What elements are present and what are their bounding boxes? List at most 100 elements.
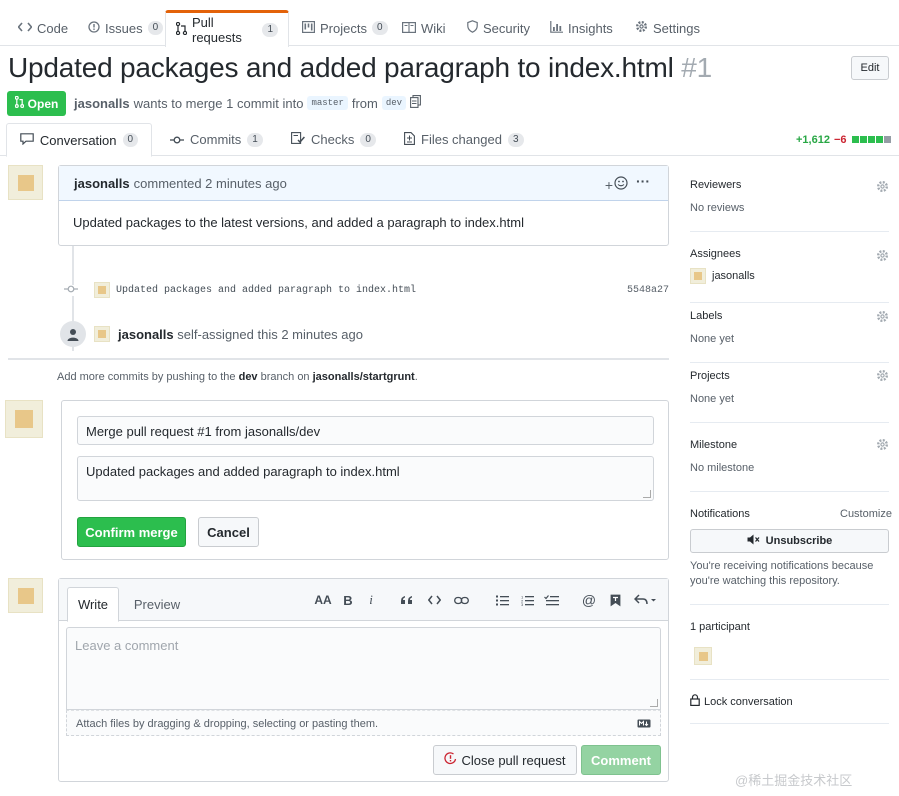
italic-icon[interactable]: i (366, 592, 376, 608)
smiley-icon (614, 176, 628, 193)
gear-icon[interactable] (876, 249, 889, 265)
diff-deletions: −6 (833, 134, 847, 146)
assignee-item[interactable]: jasonalls (690, 268, 755, 284)
event-actor[interactable]: jasonalls (118, 327, 174, 342)
link-icon[interactable] (453, 592, 469, 608)
comment-author[interactable]: jasonalls (74, 176, 130, 191)
tab-files-changed[interactable]: Files changed 3 (404, 123, 524, 156)
tab-count: 1 (247, 132, 263, 147)
repo-tab-label: Projects (320, 20, 367, 36)
pull-request-icon (175, 21, 188, 38)
lock-conversation-link[interactable]: Lock conversation (690, 694, 793, 709)
tab-preview[interactable]: Preview (128, 587, 186, 621)
tab-count: 3 (507, 132, 524, 147)
repo-tab-projects[interactable]: Projects 0 (292, 10, 398, 46)
cancel-button[interactable]: Cancel (198, 517, 259, 547)
quote-icon[interactable] (399, 592, 413, 608)
event-text: self-assigned this 2 minutes ago (177, 326, 363, 342)
copy-icon[interactable] (410, 95, 421, 111)
saved-reply-icon[interactable] (608, 592, 622, 608)
avatar[interactable] (94, 282, 110, 298)
diff-blocks (851, 134, 891, 146)
gear-icon[interactable] (876, 369, 889, 385)
attach-text: Attach files by dragging & dropping, sel… (76, 718, 379, 730)
avatar (690, 268, 706, 284)
avatar[interactable] (8, 578, 43, 613)
unsubscribe-label: Unsubscribe (765, 535, 833, 547)
repo-tab-insights[interactable]: Insights (540, 10, 623, 46)
reply-icon[interactable] (633, 592, 657, 608)
code-icon (17, 21, 33, 36)
repo-tab-security[interactable]: Security (457, 10, 540, 46)
tab-commits[interactable]: Commits 1 (170, 123, 263, 156)
sidebar-reviewers-value: No reviews (690, 202, 745, 214)
resize-handle[interactable] (650, 699, 658, 707)
hint-branch: dev (238, 371, 258, 383)
gear-icon[interactable] (876, 438, 889, 454)
commit-icon (64, 284, 78, 296)
pull-request-icon (14, 95, 24, 111)
pr-title: Updated packages and added paragraph to … (8, 52, 712, 84)
close-pull-request-button[interactable]: Close pull request (433, 745, 577, 775)
sidebar-reviewers-heading[interactable]: Reviewers (690, 179, 889, 191)
repo-tab-pull-requests[interactable]: Pull requests 1 (165, 10, 289, 47)
repo-tab-code[interactable]: Code (8, 10, 78, 46)
avatar[interactable] (8, 165, 43, 200)
base-branch[interactable]: master (307, 96, 348, 110)
hint-repo: jasonalls/startgrunt (312, 371, 415, 383)
tab-label: Commits (190, 132, 242, 147)
repo-tab-label: Settings (653, 20, 700, 36)
avatar[interactable] (694, 647, 712, 665)
tab-label: Files changed (421, 132, 502, 147)
commit-sha[interactable]: 5548a27 (627, 285, 669, 296)
ordered-list-icon[interactable]: 123 (520, 592, 534, 608)
edit-button[interactable]: Edit (851, 56, 889, 80)
text-size-icon[interactable]: AA (314, 592, 332, 608)
repo-tab-settings[interactable]: Settings (625, 10, 710, 46)
tab-write[interactable]: Write (67, 587, 119, 622)
tab-conversation[interactable]: Conversation 0 (6, 123, 152, 157)
commit-message[interactable]: Updated packages and added paragraph to … (116, 285, 416, 296)
head-branch[interactable]: dev (381, 96, 407, 110)
repo-tab-issues[interactable]: Issues 0 (78, 10, 173, 46)
code-icon[interactable] (427, 592, 441, 608)
avatar[interactable] (5, 400, 43, 438)
gear-icon[interactable] (876, 180, 889, 196)
comment-textarea[interactable]: Leave a comment (66, 627, 661, 710)
kebab-menu-button[interactable]: ··· (636, 173, 650, 189)
sidebar-labels-heading[interactable]: Labels (690, 310, 889, 322)
status-badge: Open (7, 91, 66, 116)
repo-tab-count: 1 (262, 23, 278, 37)
diff-additions: +1,612 (796, 134, 830, 146)
attach-files-area[interactable]: Attach files by dragging & dropping, sel… (66, 710, 661, 736)
mute-icon (747, 534, 760, 548)
commit-row: Updated packages and added paragraph to … (64, 280, 669, 300)
sidebar-assignees-heading[interactable]: Assignees (690, 248, 889, 260)
unsubscribe-button[interactable]: Unsubscribe (690, 529, 889, 553)
unordered-list-icon[interactable] (495, 592, 509, 608)
divider (690, 491, 889, 492)
sidebar-projects-heading[interactable]: Projects (690, 370, 889, 382)
bold-icon[interactable]: B (342, 592, 354, 608)
comment-icon (20, 132, 34, 148)
from-text: from (351, 95, 378, 111)
merge-message-input[interactable]: Updated packages and added paragraph to … (77, 456, 654, 501)
gear-icon[interactable] (876, 310, 889, 326)
merge-title-input[interactable]: Merge pull request #1 from jasonalls/dev (77, 416, 654, 445)
author-link[interactable]: jasonalls (74, 96, 130, 111)
sidebar-labels-value: None yet (690, 333, 735, 345)
divider (690, 723, 889, 724)
tab-checks[interactable]: Checks 0 (291, 123, 376, 156)
repo-tab-wiki[interactable]: Wiki (392, 10, 456, 46)
confirm-merge-button[interactable]: Confirm merge (77, 517, 186, 547)
tab-count: 0 (122, 133, 139, 147)
resize-handle[interactable] (643, 490, 651, 498)
task-list-icon[interactable] (543, 592, 559, 608)
add-reaction-button[interactable]: + (605, 176, 628, 193)
customize-link[interactable]: Customize (840, 508, 892, 520)
comment-button[interactable]: Comment (581, 745, 661, 775)
sidebar-milestone-heading[interactable]: Milestone (690, 439, 889, 451)
avatar[interactable] (94, 326, 110, 342)
file-diff-icon (404, 131, 415, 148)
mention-icon[interactable]: @ (582, 592, 596, 608)
